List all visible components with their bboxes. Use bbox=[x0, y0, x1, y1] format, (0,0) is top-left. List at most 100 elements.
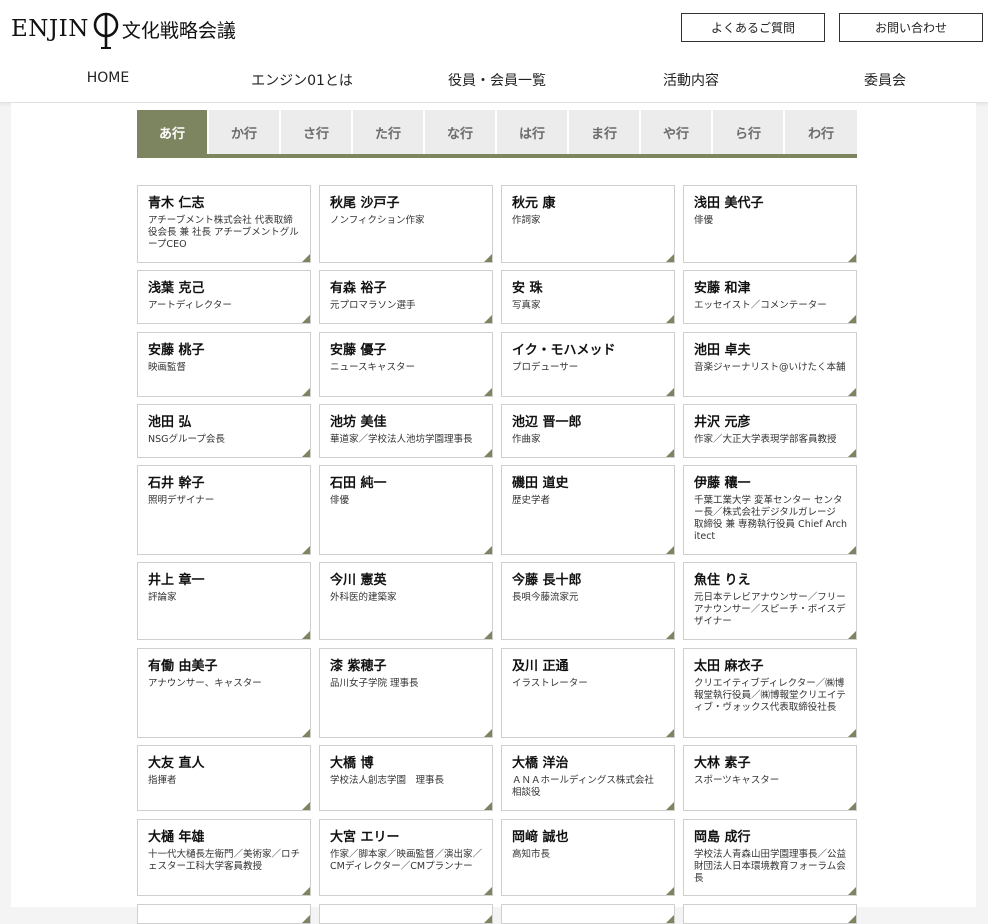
member-card[interactable]: 石井 幹子 照明デザイナー bbox=[137, 465, 311, 555]
member-card[interactable]: 秋元 康作詞家 bbox=[501, 185, 675, 263]
member-name: 青木 仁志 bbox=[148, 196, 205, 211]
member-card[interactable]: 安藤 桃子 映画監督 bbox=[137, 332, 311, 397]
member-name: 浅田 美代子 bbox=[694, 196, 764, 211]
logo-mark-icon bbox=[93, 12, 119, 49]
member-card[interactable]: 浅葉 克己 アートディレクター bbox=[137, 270, 311, 324]
member-role: 照明デザイナー bbox=[148, 495, 215, 506]
member-card[interactable]: 魚住 りえ 元日本テレビアナウンサー／フリーアナウンサー／スピーチ・ボイスデザイナ… bbox=[683, 562, 857, 640]
member-card-partial[interactable] bbox=[683, 904, 857, 924]
tab-a[interactable]: あ行 bbox=[137, 110, 207, 154]
member-card[interactable]: 井沢 元彦 作家／大正大学表現学部客員教授 bbox=[683, 404, 857, 458]
member-name: 秋元 康 bbox=[512, 196, 556, 211]
member-card[interactable]: 有働 由美子 アナウンサー、キャスター bbox=[137, 648, 311, 738]
member-role: 学校法人創志学園 理事長 bbox=[330, 775, 445, 786]
member-name: 井上 章一 bbox=[148, 573, 205, 588]
tab-ya[interactable]: や行 bbox=[641, 110, 711, 154]
kana-tabs: あ行 か行 さ行 た行 な行 は行 ま行 や行 ら行 わ行 bbox=[137, 110, 857, 158]
member-name: 今川 憲英 bbox=[330, 573, 387, 588]
member-card[interactable]: 大友 直人 指揮者 bbox=[137, 745, 311, 811]
member-role: NSGグループ会長 bbox=[148, 434, 225, 445]
member-name: 太田 麻衣子 bbox=[694, 659, 764, 674]
member-role: 俳優 bbox=[330, 495, 350, 506]
member-card[interactable]: 池辺 晋一郎 作曲家 bbox=[501, 404, 675, 458]
logo-jp-text: 文化戦略会議 bbox=[121, 19, 236, 42]
member-name: 伊藤 穰一 bbox=[694, 476, 751, 491]
member-card[interactable]: 大林 素子 スポーツキャスター bbox=[683, 745, 857, 811]
member-card[interactable]: 青木 仁志アチーブメント株式会社 代表取締役会長 兼 社長 アチーブメントグルー… bbox=[137, 185, 311, 263]
member-name: 安 珠 bbox=[512, 281, 543, 296]
member-card-partial[interactable] bbox=[319, 904, 493, 924]
tab-na[interactable]: な行 bbox=[425, 110, 495, 154]
member-role: スポーツキャスター bbox=[694, 775, 780, 786]
member-card-partial[interactable] bbox=[501, 904, 675, 924]
member-card[interactable]: 及川 正通 イラストレーター bbox=[501, 648, 675, 738]
member-card[interactable]: 池田 弘 NSGグループ会長 bbox=[137, 404, 311, 458]
tab-ma[interactable]: ま行 bbox=[569, 110, 639, 154]
member-card[interactable]: 有森 裕子 元プロマラソン選手 bbox=[319, 270, 493, 324]
member-name: 大樋 年雄 bbox=[148, 830, 205, 845]
member-role: 映画監督 bbox=[148, 362, 187, 373]
nav-committees[interactable]: 委員会 bbox=[864, 70, 906, 90]
tab-ka[interactable]: か行 bbox=[209, 110, 279, 154]
member-card[interactable]: 磯田 道史 歴史学者 bbox=[501, 465, 675, 555]
member-card[interactable]: 今川 憲英外科医的建築家 bbox=[319, 562, 493, 640]
member-role: 音楽ジャーナリスト@いけたく本舗 bbox=[694, 362, 846, 373]
member-name: 池辺 晋一郎 bbox=[512, 415, 582, 430]
member-name: 大橋 博 bbox=[330, 756, 374, 771]
member-role: 元プロマラソン選手 bbox=[330, 300, 416, 311]
member-card[interactable]: 安 珠写真家 bbox=[501, 270, 675, 324]
member-card[interactable]: 浅田 美代子 俳優 bbox=[683, 185, 857, 263]
member-card[interactable]: 大樋 年雄 十一代大樋長左衛門／美術家／ロチェスター工科大学客員教授 bbox=[137, 819, 311, 896]
member-role: 写真家 bbox=[512, 300, 541, 311]
site-header: ENJIN 文化戦略会議 よくあるご質問 お問い合わせ HOME エンジン01と… bbox=[0, 0, 988, 103]
member-card[interactable]: 伊藤 穰一千葉工業大学 変革センター センター長／株式会社デジタルガレージ 取締… bbox=[683, 465, 857, 555]
member-role: 外科医的建築家 bbox=[330, 592, 397, 603]
member-card-partial[interactable] bbox=[137, 904, 311, 924]
member-card[interactable]: 今藤 長十郎長唄今藤流家元 bbox=[501, 562, 675, 640]
contact-button[interactable]: お問い合わせ bbox=[839, 13, 983, 42]
member-card[interactable]: イク・モハメッド プロデューサー bbox=[501, 332, 675, 397]
member-card[interactable]: 大橋 博学校法人創志学園 理事長 bbox=[319, 745, 493, 811]
faq-button[interactable]: よくあるご質問 bbox=[681, 13, 825, 42]
member-role: 作家／大正大学表現学部客員教授 bbox=[694, 434, 837, 445]
member-card[interactable]: 秋尾 沙戸子 ノンフィクション作家 bbox=[319, 185, 493, 263]
member-card[interactable]: 大橋 洋治 ＡＮＡホールディングス株式会社 相談役 bbox=[501, 745, 675, 811]
member-card[interactable]: 岡﨑 誠也 高知市長 bbox=[501, 819, 675, 896]
tab-ra[interactable]: ら行 bbox=[713, 110, 783, 154]
member-name: 漆 紫穂子 bbox=[330, 659, 387, 674]
member-role: 千葉工業大学 変革センター センター長／株式会社デジタルガレージ 取締役 兼 専… bbox=[694, 495, 848, 542]
member-name: 岡島 成行 bbox=[694, 830, 751, 845]
member-name: 池田 卓夫 bbox=[694, 343, 751, 358]
member-role: 作家／脚本家／映画監督／演出家／CMディレクター／CMプランナー bbox=[330, 849, 483, 872]
member-card[interactable]: 石田 純一 俳優 bbox=[319, 465, 493, 555]
member-role: 華道家／学校法人池坊学園理事長 bbox=[330, 434, 473, 445]
nav-about[interactable]: エンジン01とは bbox=[251, 70, 353, 90]
member-role: アチーブメント株式会社 代表取締役会長 兼 社長 アチーブメントグループCEO bbox=[148, 215, 299, 250]
member-role: 長唄今藤流家元 bbox=[512, 592, 579, 603]
member-card[interactable]: 池坊 美佳 華道家／学校法人池坊学園理事長 bbox=[319, 404, 493, 458]
member-role: 歴史学者 bbox=[512, 495, 551, 506]
tab-ta[interactable]: た行 bbox=[353, 110, 423, 154]
member-card[interactable]: 岡島 成行学校法人青森山田学園理事長／公益財団法人日本環境教育フォーラム会長 bbox=[683, 819, 857, 896]
member-card[interactable]: 安藤 優子 ニュースキャスター bbox=[319, 332, 493, 397]
tab-wa[interactable]: わ行 bbox=[785, 110, 857, 154]
nav-members[interactable]: 役員・会員一覧 bbox=[448, 70, 546, 90]
member-role: 高知市長 bbox=[512, 849, 551, 860]
member-card[interactable]: 大宮 エリー 作家／脚本家／映画監督／演出家／CMディレクター／CMプランナー bbox=[319, 819, 493, 896]
member-role: 作曲家 bbox=[512, 434, 541, 445]
site-logo[interactable]: ENJIN 文化戦略会議 bbox=[11, 6, 236, 52]
tab-ha[interactable]: は行 bbox=[497, 110, 567, 154]
tab-sa[interactable]: さ行 bbox=[281, 110, 351, 154]
member-role: 学校法人青森山田学園理事長／公益財団法人日本環境教育フォーラム会長 bbox=[694, 849, 847, 884]
nav-activities[interactable]: 活動内容 bbox=[663, 70, 719, 90]
nav-home[interactable]: HOME bbox=[87, 70, 129, 86]
member-name: 今藤 長十郎 bbox=[512, 573, 582, 588]
member-card[interactable]: 太田 麻衣子 クリエイティブディレクター／㈱博報堂執行役員／㈱博報堂クリエイティブ… bbox=[683, 648, 857, 738]
member-card[interactable]: 安藤 和津 エッセイスト／コメンテーター bbox=[683, 270, 857, 324]
member-role: 元日本テレビアナウンサー／フリーアナウンサー／スピーチ・ボイスデザイナー bbox=[694, 592, 846, 627]
member-card[interactable]: 漆 紫穂子 品川女子学院 理事長 bbox=[319, 648, 493, 738]
member-name: 浅葉 克己 bbox=[148, 281, 205, 296]
member-card[interactable]: 池田 卓夫音楽ジャーナリスト@いけたく本舗 bbox=[683, 332, 857, 397]
member-card[interactable]: 井上 章一 評論家 bbox=[137, 562, 311, 640]
member-name: 安藤 桃子 bbox=[148, 343, 205, 358]
